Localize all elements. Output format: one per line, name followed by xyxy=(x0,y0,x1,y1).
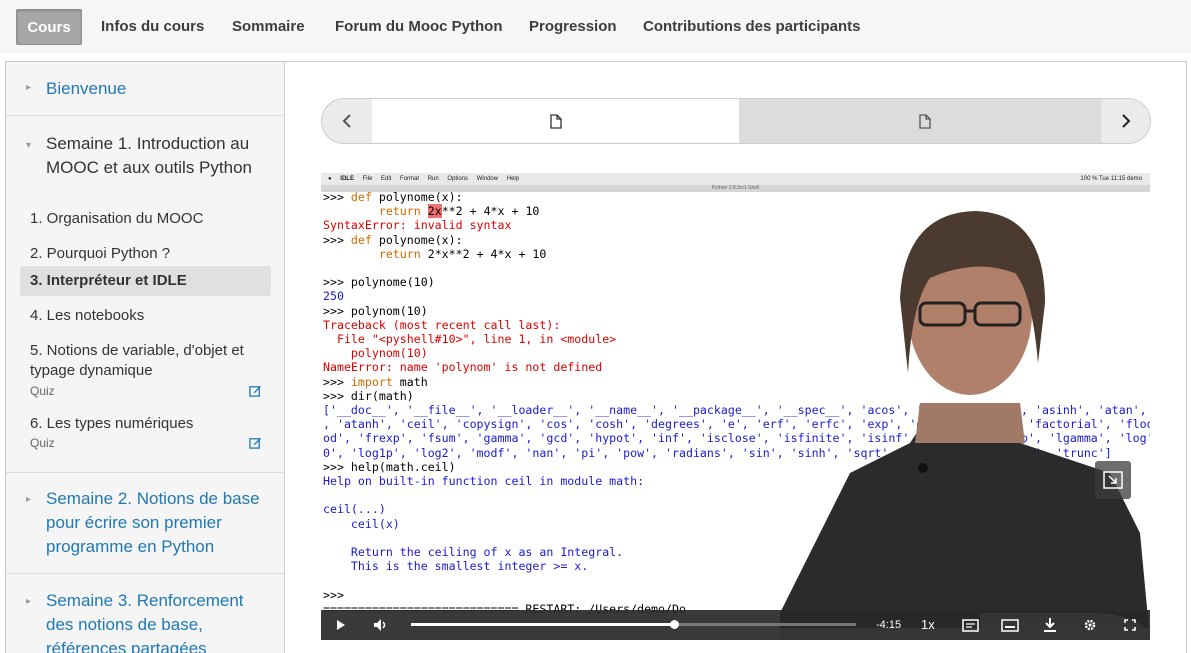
document-icon xyxy=(549,113,562,129)
next-button[interactable] xyxy=(1101,99,1150,143)
section-title: 6. Les types numériques xyxy=(30,415,194,432)
transcript-button[interactable] xyxy=(959,610,981,640)
section-title: 2. Pourquoi Python ? xyxy=(30,245,171,262)
time-remaining: -4:15 xyxy=(876,619,902,631)
section-organisation[interactable]: 1. Organisation du MOOC xyxy=(20,202,271,236)
tab-forum[interactable]: Forum du Mooc Python xyxy=(335,9,502,45)
chevron-down-icon[interactable]: ▾ xyxy=(26,140,31,151)
course-tabs: Cours Infos du cours Sommaire Forum du M… xyxy=(0,0,1191,54)
chapter-title: Semaine 2. Notions de base pour écrire s… xyxy=(46,489,260,556)
chapter-semaine-2[interactable]: ▸ Semaine 2. Notions de base pour écrire… xyxy=(6,473,284,574)
chapter-title[interactable]: Semaine 1. Introduction au MOOC et aux o… xyxy=(46,132,271,180)
chapter-bienvenue[interactable]: ▸ Bienvenue xyxy=(6,62,284,116)
section-types-numeriques[interactable]: 6. Les types numériques Quiz xyxy=(20,414,271,454)
captions-button[interactable] xyxy=(999,610,1021,640)
section-title: 1. Organisation du MOOC xyxy=(30,210,204,227)
video-player[interactable]: ● IDLE File Edit Format Run Options Wind… xyxy=(321,173,1150,640)
section-variables[interactable]: 5. Notions de variable, d'objet et typag… xyxy=(20,341,271,401)
menu-item: Help xyxy=(506,176,520,182)
video-controls: -4:15 1x xyxy=(321,610,1150,640)
edit-icon xyxy=(249,385,262,397)
section-title: 5. Notions de variable, d'objet et typag… xyxy=(30,342,244,379)
menu-item: Format xyxy=(400,176,420,182)
chevron-right-icon: ▸ xyxy=(26,82,32,93)
progress-handle[interactable] xyxy=(669,620,679,629)
volume-icon xyxy=(374,619,386,631)
tab-cours[interactable]: Cours xyxy=(16,9,82,45)
section-title: 4. Les notebooks xyxy=(30,307,145,324)
section-subtitle: Quiz xyxy=(30,436,55,450)
course-outline-sidebar: ▸ Bienvenue ▾ Semaine 1. Introduction au… xyxy=(6,62,285,653)
progress-fill xyxy=(411,623,674,626)
menu-item: Window xyxy=(476,176,499,182)
download-icon xyxy=(1044,618,1056,632)
chapter-semaine-1: ▾ Semaine 1. Introduction au MOOC et aux… xyxy=(6,116,284,473)
chevron-right-icon xyxy=(1122,114,1131,128)
document-icon xyxy=(919,113,931,129)
presenter-image xyxy=(780,211,1150,640)
menu-item: Run xyxy=(427,176,439,182)
mute-button[interactable] xyxy=(369,610,393,640)
menu-item: File xyxy=(362,176,373,182)
menubar-status: 100 % Tue 11:15 demo xyxy=(1080,176,1142,182)
menu-item: Options xyxy=(447,176,469,182)
video-progress-slider[interactable] xyxy=(411,620,856,629)
gear-icon xyxy=(1084,619,1096,631)
download-button[interactable] xyxy=(1039,610,1061,640)
fullscreen-button[interactable] xyxy=(1119,610,1141,640)
section-subtitle: Quiz xyxy=(30,384,55,398)
speed-button[interactable]: 1x xyxy=(921,610,935,640)
fullscreen-icon xyxy=(1124,619,1136,631)
chapter-title: Semaine 3. Renforcement des notions de b… xyxy=(46,591,244,653)
chapter-title: Bienvenue xyxy=(46,79,127,98)
app-name: IDLE xyxy=(340,176,354,182)
tab-progression[interactable]: Progression xyxy=(529,9,617,45)
picture-in-picture-button[interactable] xyxy=(1095,461,1131,499)
sequence-navigation xyxy=(321,98,1151,144)
chevron-left-icon xyxy=(342,114,351,128)
play-icon xyxy=(337,620,345,630)
tab-sommaire[interactable]: Sommaire xyxy=(232,9,305,45)
transcript-icon xyxy=(961,618,979,632)
settings-button[interactable] xyxy=(1079,610,1101,640)
play-button[interactable] xyxy=(329,610,353,640)
menu-item: Edit xyxy=(380,176,392,182)
pip-icon xyxy=(1103,471,1123,489)
tab-infos-du-cours[interactable]: Infos du cours xyxy=(101,9,204,45)
section-title: 3. Interpréteur et IDLE xyxy=(30,272,187,289)
chevron-right-icon: ▸ xyxy=(26,596,32,607)
tab-contributions[interactable]: Contributions des participants xyxy=(643,9,861,45)
apple-icon: ● xyxy=(328,176,332,182)
chevron-right-icon: ▸ xyxy=(26,494,32,505)
section-interpreteur-idle[interactable]: 3. Interpréteur et IDLE xyxy=(20,266,271,296)
captions-icon xyxy=(1001,618,1019,632)
section-notebooks[interactable]: 4. Les notebooks xyxy=(20,306,271,340)
sequence-tab-2[interactable] xyxy=(739,99,1111,143)
idle-menubar: ● IDLE File Edit Format Run Options Wind… xyxy=(321,173,1150,185)
sequence-tab-1[interactable] xyxy=(372,99,739,143)
previous-button[interactable] xyxy=(322,99,372,143)
chapter-semaine-3[interactable]: ▸ Semaine 3. Renforcement des notions de… xyxy=(6,574,284,653)
edit-icon xyxy=(249,437,262,449)
